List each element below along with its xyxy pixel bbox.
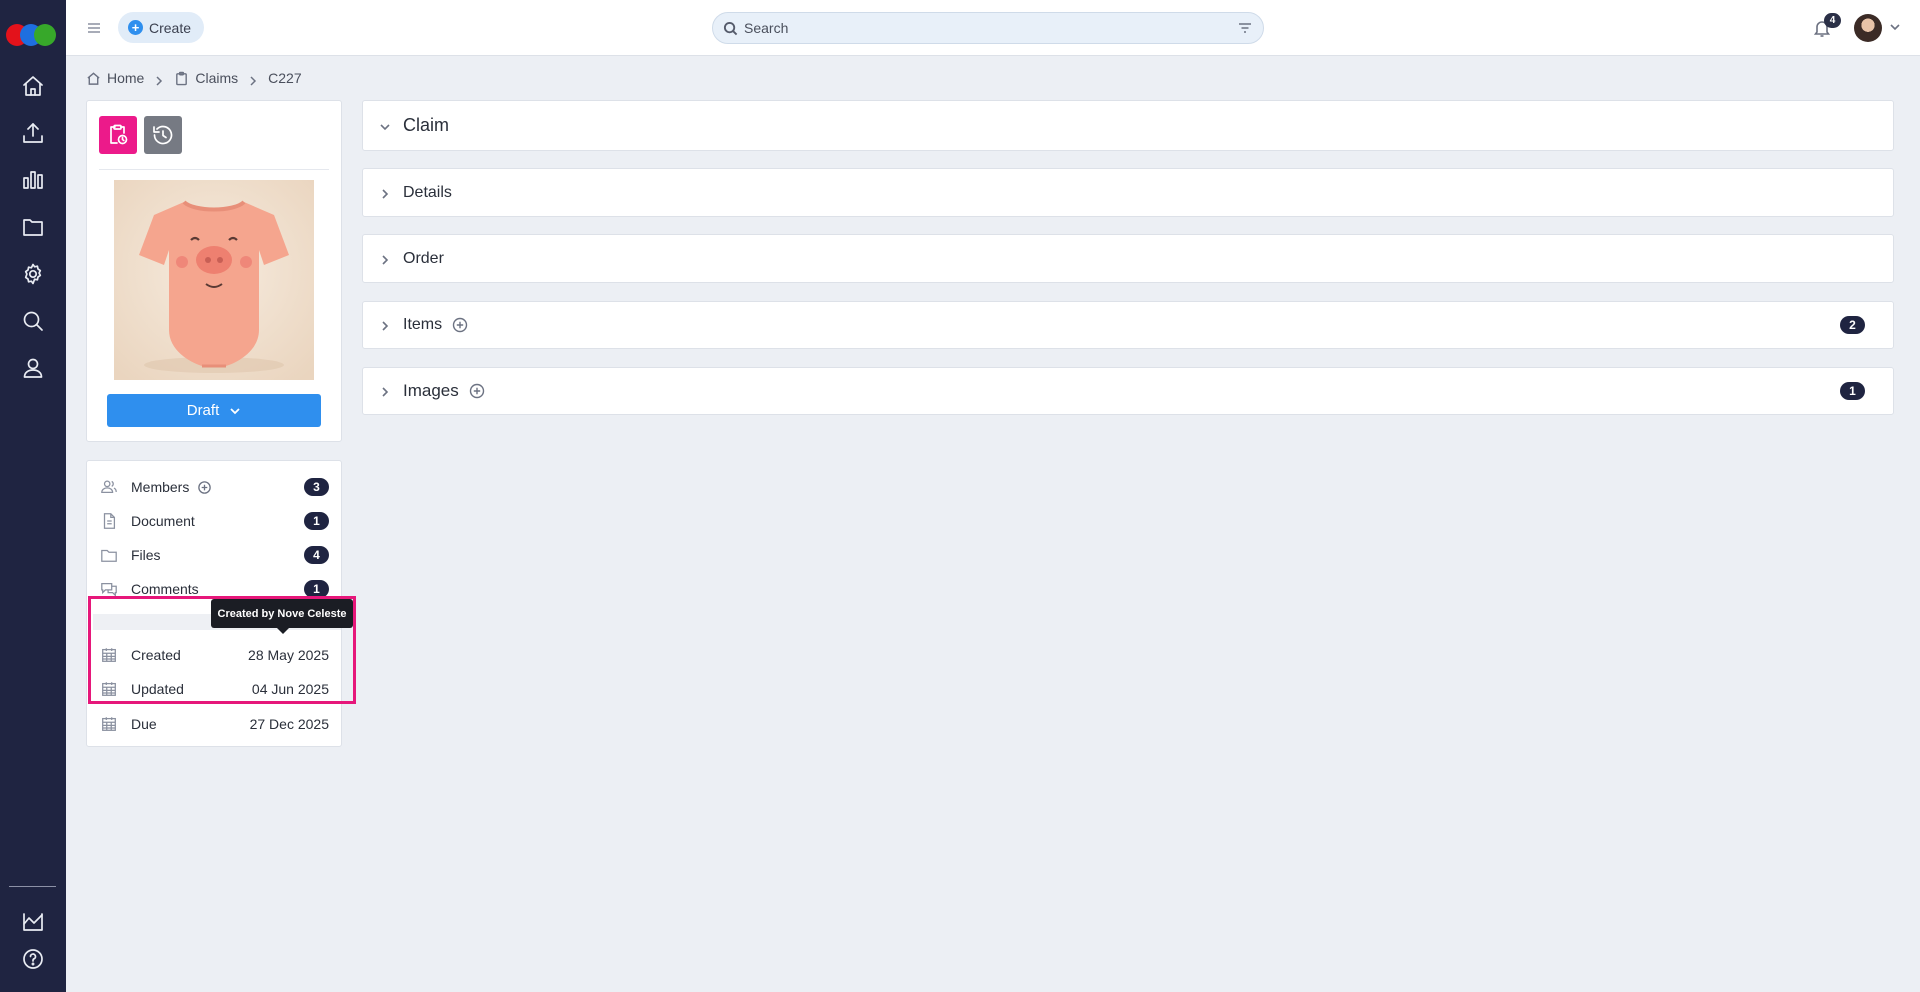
calendar-icon [99,645,119,665]
section-images-title: Images [403,381,459,400]
section-details[interactable]: Details [362,168,1894,217]
document-count-badge: 1 [304,512,329,530]
app-logo[interactable] [6,24,60,48]
top-bar: + Create 4 [66,0,1920,56]
items-count-badge: 2 [1840,316,1865,334]
updated-label: Updated [131,681,184,697]
home-icon[interactable] [17,70,49,102]
chevron-right-icon [379,187,391,199]
history-button[interactable] [144,116,182,154]
files-row[interactable]: Files 4 [99,544,329,566]
card-divider [99,169,329,170]
chevron-right-icon [379,385,391,397]
section-claim-title: Claim [403,115,450,135]
gear-icon[interactable] [17,258,49,290]
comments-label: Comments [131,581,199,597]
files-count-badge: 4 [304,546,329,564]
filter-icon[interactable] [1237,20,1253,36]
members-label: Members [131,479,190,495]
clipboard-clock-icon [110,124,128,145]
breadcrumb-claims-label: Claims [195,70,239,86]
section-order-title: Order [403,249,444,267]
breadcrumb-current: C227 [268,70,301,86]
search-icon[interactable] [17,305,49,337]
chevron-down-icon [379,120,391,132]
chevron-down-icon [230,407,240,414]
add-image-icon[interactable] [469,383,485,399]
due-date: 27 Dec 2025 [249,716,329,732]
created-row[interactable]: Created 28 May 2025 [99,644,329,666]
clipboard-icon [176,71,188,85]
chevron-right-icon [248,73,258,86]
search-icon [723,21,738,35]
section-images[interactable]: Images 1 [362,367,1894,415]
users-icon [99,477,119,497]
document-icon [99,511,119,531]
breadcrumb: Home Claims C227 [86,68,302,88]
create-button[interactable]: + Create [118,12,204,43]
status-label: Draft [186,402,220,419]
created-label: Created [131,647,181,663]
bar-chart-icon[interactable] [17,164,49,196]
section-items-title: Items [403,316,443,333]
updated-date: 04 Jun 2025 [251,681,329,697]
user-icon[interactable] [17,352,49,384]
avatar[interactable] [1854,14,1882,42]
claim-action-button[interactable] [99,116,137,154]
created-date: 28 May 2025 [248,647,329,663]
comments-row[interactable]: Comments 1 [99,578,329,600]
comments-count-badge: 1 [304,580,329,598]
section-items[interactable]: Items 2 [362,301,1894,349]
folder-icon[interactable] [17,211,49,243]
add-item-icon[interactable] [452,317,468,333]
document-row[interactable]: Document 1 [99,510,329,532]
breadcrumb-claims[interactable]: Claims [174,70,238,86]
images-count-badge: 1 [1840,382,1865,400]
breadcrumb-home-label: Home [107,70,145,86]
section-claim[interactable]: Claim [362,100,1894,151]
upload-icon[interactable] [17,117,49,149]
updated-row[interactable]: Updated 04 Jun 2025 [99,678,329,700]
status-dropdown-button[interactable]: Draft [107,394,321,427]
chevron-down-icon[interactable] [1888,20,1902,34]
left-rail [0,0,66,992]
document-label: Document [131,513,195,529]
history-icon [153,125,173,145]
analytics-icon[interactable] [17,906,49,938]
chevron-right-icon [154,73,164,86]
breadcrumb-home[interactable]: Home [86,70,144,86]
notification-count-badge: 4 [1824,13,1841,28]
claim-summary-card: Draft [86,100,342,442]
created-by-tooltip: Created by Nove Celeste [211,599,353,634]
section-details-title: Details [403,183,452,201]
chevron-right-icon [379,253,391,265]
calendar-icon [99,714,119,734]
calendar-icon [99,679,119,699]
rail-divider [9,886,56,887]
breadcrumb-current-label: C227 [268,70,302,86]
logo-green-dot [34,24,56,46]
folder-icon [99,545,119,565]
members-row[interactable]: Members 3 [99,476,329,498]
members-count-badge: 3 [304,478,329,496]
help-icon[interactable] [17,943,49,975]
search-input[interactable] [744,20,1237,36]
notifications-button[interactable]: 4 [1812,13,1841,40]
add-member-icon[interactable] [197,480,212,495]
plus-icon: + [128,20,143,35]
create-button-label: Create [149,19,192,36]
due-row[interactable]: Due 27 Dec 2025 [99,713,329,735]
chevron-right-icon [379,319,391,331]
hamburger-menu-icon[interactable] [84,18,104,38]
comments-icon [99,579,119,599]
product-image [114,180,314,380]
files-label: Files [131,547,161,563]
home-icon [87,71,100,85]
section-order[interactable]: Order [362,234,1894,283]
search-bar [712,12,1264,44]
due-label: Due [131,716,157,732]
